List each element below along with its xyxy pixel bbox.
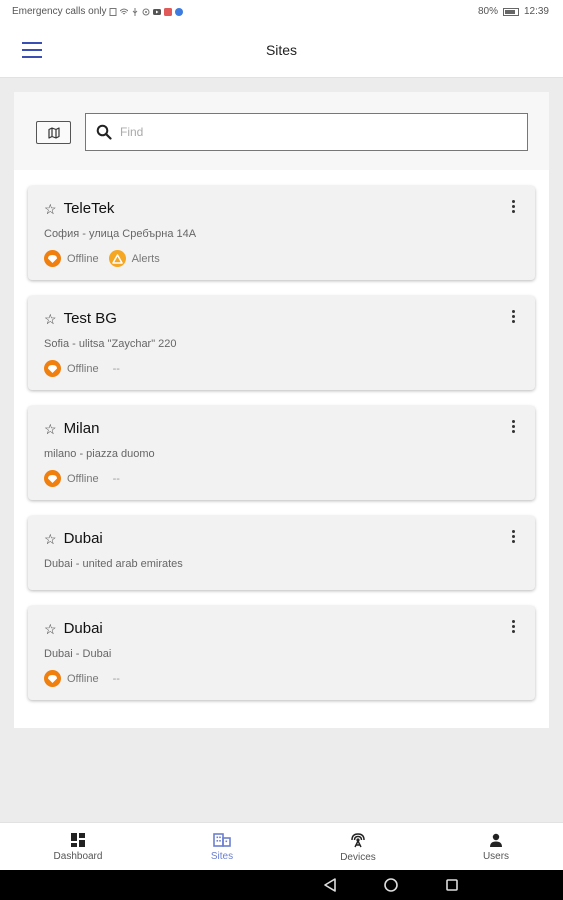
site-card[interactable]: ☆ Dubai Dubai - united arab emirates — [28, 516, 535, 590]
card-title-row: ☆ TeleTek — [44, 200, 114, 217]
site-status-row: Offline -- — [44, 670, 120, 687]
alert-icon — [108, 250, 126, 267]
usb-icon — [133, 7, 138, 16]
sim-icon — [109, 7, 117, 16]
site-name: TeleTek — [63, 200, 115, 217]
status-label: Offline — [67, 472, 99, 485]
site-address: milano - piazza duomo — [44, 448, 155, 460]
more-options-icon[interactable] — [509, 310, 517, 324]
status-text: Emergency calls only — [12, 6, 107, 17]
site-name: Test BG — [63, 310, 117, 327]
clock: 12:39 — [523, 6, 549, 17]
star-icon[interactable]: ☆ — [44, 532, 57, 546]
status-offline: Offline — [44, 470, 99, 487]
card-title-row: ☆ Milan — [44, 420, 99, 437]
star-icon[interactable]: ☆ — [44, 422, 57, 436]
site-address: Dubai - Dubai — [44, 648, 112, 660]
bottom-nav: Dashboard Sites Devices Users — [0, 822, 563, 870]
status-offline: Offline — [44, 360, 99, 377]
status-left: Emergency calls only — [12, 6, 184, 17]
nav-devices[interactable]: Devices — [288, 823, 428, 871]
nav-label: Sites — [210, 850, 234, 862]
page-title: Sites — [265, 42, 298, 58]
app-bar: Sites — [0, 24, 563, 78]
home-icon[interactable] — [383, 877, 399, 893]
nav-label: Users — [482, 850, 510, 862]
youtube-icon — [153, 8, 162, 15]
wifi-icon — [120, 8, 129, 14]
status-label: Offline — [67, 362, 99, 375]
sites-panel: ☆ TeleTek София - улица Сребърна 14А Off… — [14, 92, 549, 728]
dashboard-icon — [71, 832, 85, 847]
card-title-row: ☆ Test BG — [44, 310, 117, 327]
nav-label: Devices — [340, 851, 376, 863]
map-toggle-button[interactable] — [36, 121, 71, 144]
status-extra: -- — [112, 672, 120, 685]
site-status-row: Offline -- — [44, 360, 120, 377]
users-icon — [490, 833, 502, 847]
search-field[interactable] — [85, 113, 528, 151]
search-row — [14, 92, 549, 170]
back-icon[interactable] — [322, 877, 338, 893]
recents-icon[interactable] — [444, 877, 460, 893]
battery-icon — [502, 7, 519, 16]
star-icon[interactable]: ☆ — [44, 312, 57, 326]
site-name: Dubai — [63, 530, 103, 547]
site-card[interactable]: ☆ Milan milano - piazza duomo Offline -- — [28, 406, 535, 500]
offline-icon — [44, 250, 61, 267]
status-bar: Emergency calls only 80% 12:39 — [0, 0, 563, 24]
offline-icon — [44, 360, 61, 377]
status-label: Offline — [67, 672, 99, 685]
card-title-row: ☆ Dubai — [44, 620, 103, 637]
more-options-icon[interactable] — [509, 420, 517, 434]
status-extra: -- — [112, 472, 120, 485]
system-navigation-bar — [0, 870, 563, 900]
star-icon[interactable]: ☆ — [44, 202, 57, 216]
status-label: Offline — [67, 252, 99, 265]
status-alerts: Alerts — [108, 250, 160, 267]
more-options-icon[interactable] — [509, 620, 517, 634]
site-card[interactable]: ☆ Dubai Dubai - Dubai Offline -- — [28, 606, 535, 700]
site-address: Sofia - ulitsa "Zaychar" 220 — [44, 338, 177, 350]
nav-users[interactable]: Users — [426, 823, 563, 871]
site-name: Dubai — [63, 620, 103, 637]
status-right: 80% 12:39 — [478, 6, 549, 17]
settings-icon — [142, 8, 150, 15]
site-address: Dubai - united arab emirates — [44, 558, 183, 570]
offline-icon — [44, 670, 61, 687]
site-status-row: Offline Alerts — [44, 250, 170, 267]
site-status-row: Offline -- — [44, 470, 120, 487]
site-address: София - улица Сребърна 14А — [44, 228, 197, 240]
search-icon — [96, 124, 112, 140]
more-options-icon[interactable] — [509, 200, 517, 214]
site-card[interactable]: ☆ Test BG Sofia - ulitsa "Zaychar" 220 O… — [28, 296, 535, 390]
map-icon — [47, 126, 60, 139]
search-input[interactable] — [120, 125, 500, 139]
nav-dashboard[interactable]: Dashboard — [8, 823, 148, 871]
status-offline: Offline — [44, 250, 99, 267]
notification-icon — [164, 7, 173, 16]
card-title-row: ☆ Dubai — [44, 530, 103, 547]
star-icon[interactable]: ☆ — [44, 622, 57, 636]
devices-icon — [351, 832, 365, 847]
status-extra: -- — [112, 362, 120, 375]
browser-icon — [175, 7, 184, 16]
status-offline: Offline — [44, 670, 99, 687]
site-name: Milan — [63, 420, 100, 437]
offline-icon — [44, 470, 61, 487]
battery-percent: 80% — [477, 6, 498, 17]
sites-icon — [213, 832, 231, 847]
nav-sites[interactable]: Sites — [152, 823, 292, 871]
status-label: Alerts — [131, 252, 160, 265]
more-options-icon[interactable] — [509, 530, 517, 544]
nav-label: Dashboard — [53, 850, 103, 862]
site-card[interactable]: ☆ TeleTek София - улица Сребърна 14А Off… — [28, 186, 535, 280]
